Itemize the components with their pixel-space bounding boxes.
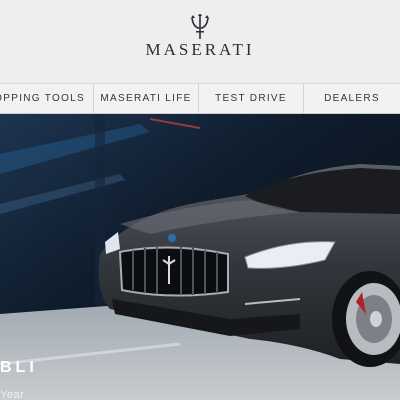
nav-item-maserati-life[interactable]: MASERATI LIFE: [94, 84, 199, 113]
trident-icon[interactable]: [186, 14, 214, 40]
nav-item-test-drive[interactable]: TEST DRIVE: [199, 84, 304, 113]
hero-model-title: BLI: [0, 359, 38, 376]
hero-banner[interactable]: BLI Year: [0, 114, 400, 400]
site-header: MASERATI: [0, 0, 400, 83]
brand-logo-text[interactable]: MASERATI: [0, 40, 400, 60]
car-hero-image: [0, 114, 400, 400]
nav-item-dealers[interactable]: DEALERS: [304, 84, 400, 113]
hero-subtitle: Year: [0, 389, 25, 400]
nav-item-shopping-tools[interactable]: HOPPING TOOLS: [0, 84, 94, 113]
main-nav: HOPPING TOOLS MASERATI LIFE TEST DRIVE D…: [0, 83, 400, 114]
